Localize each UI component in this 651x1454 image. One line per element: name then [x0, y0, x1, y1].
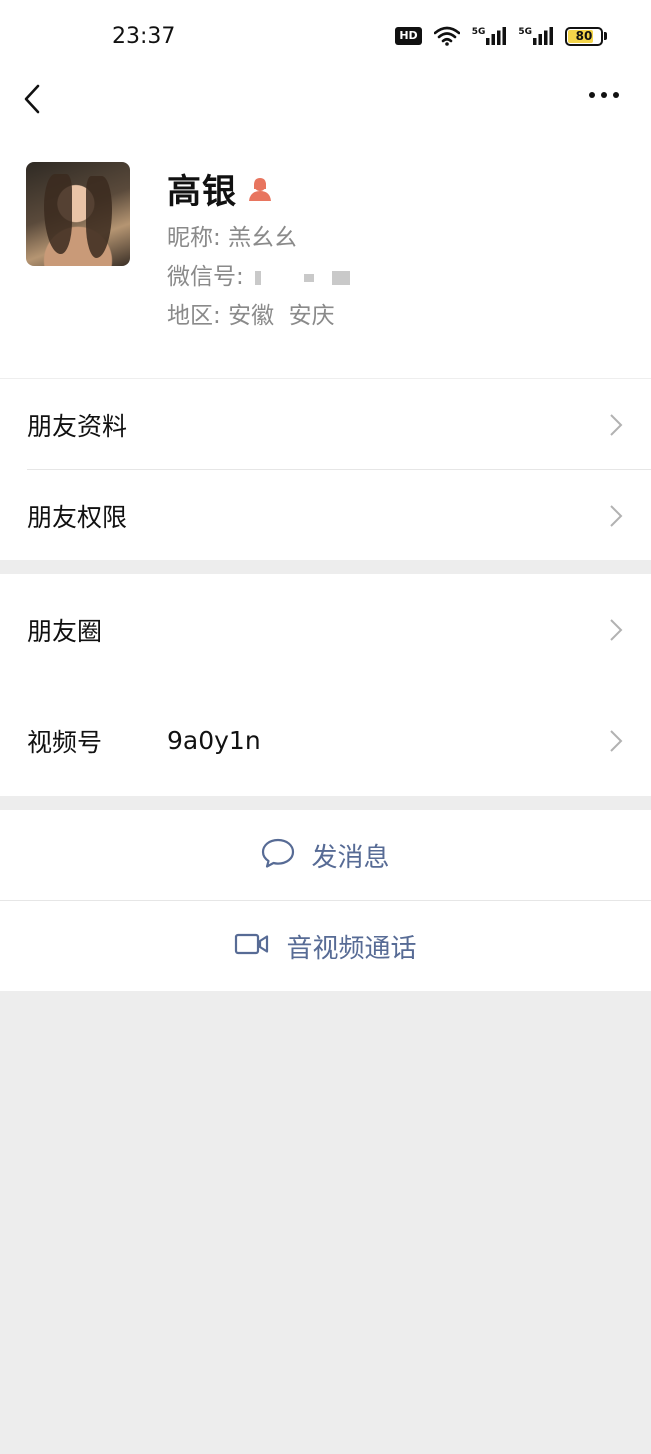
nickname-label: 昵称: — [167, 225, 221, 251]
redacted-mark — [304, 273, 315, 282]
moments-channels-group: 朋友圈 视频号 9a0y1n — [0, 574, 651, 796]
wechat-id-label: 微信号: — [167, 264, 244, 290]
name-row: 高银 — [167, 164, 273, 213]
avatar[interactable] — [26, 162, 130, 266]
video-camera-icon — [234, 932, 270, 960]
female-gender-icon — [247, 176, 273, 202]
battery-icon: 80 — [565, 26, 607, 46]
redacted-mark — [331, 270, 350, 285]
menu-item-moments[interactable]: 朋友圈 — [0, 574, 651, 685]
send-message-label: 发消息 — [311, 842, 390, 873]
chevron-right-icon — [609, 413, 623, 437]
signal-icon-sim1: 5G — [472, 27, 507, 45]
region-label: 地区: — [167, 303, 221, 329]
region-line: 地区: 安徽 安庆 — [167, 296, 335, 330]
chevron-right-icon — [609, 618, 623, 642]
wechat-id-line: 微信号: — [167, 257, 350, 291]
menu-item-channels[interactable]: 视频号 9a0y1n — [0, 685, 651, 796]
status-icons: HD 5G 5G 80 — [395, 26, 607, 46]
nav-bar — [0, 70, 651, 130]
profile-settings-group: 朋友资料 朋友权限 — [0, 378, 651, 560]
wifi-icon — [433, 26, 460, 46]
profile-header: 高银 昵称: 羔幺幺 微信号: 地区: 安徽 安庆 — [0, 130, 651, 378]
nickname-value: 羔幺幺 — [228, 225, 298, 251]
menu-item-label: 朋友圈 — [27, 616, 103, 646]
chevron-right-icon — [609, 729, 623, 753]
signal-icon-sim2: 5G — [518, 27, 553, 45]
nickname-line: 昵称: 羔幺幺 — [167, 218, 297, 252]
menu-item-label: 视频号 — [27, 727, 103, 757]
battery-level: 80 — [575, 29, 593, 43]
menu-item-label: 朋友资料 — [27, 411, 128, 441]
send-message-button[interactable]: 发消息 — [0, 810, 651, 900]
channels-id-value: 9a0y1n — [167, 726, 261, 755]
more-options-icon[interactable] — [589, 92, 621, 102]
contact-name: 高银 — [167, 172, 237, 212]
chat-bubble-icon — [261, 838, 295, 872]
voice-video-call-label: 音视频通话 — [286, 933, 417, 964]
region-value: 安徽 安庆 — [228, 303, 335, 329]
menu-item-label: 朋友权限 — [27, 502, 128, 532]
chevron-right-icon — [609, 504, 623, 528]
status-time: 23:37 — [112, 24, 176, 49]
contact-profile-screen: 23:37 HD 5G 5G 80 高银 昵称: 羔幺幺 微信号: 地区: 安徽… — [0, 0, 651, 1454]
hd-voice-icon: HD — [395, 27, 422, 45]
redacted-mark — [255, 270, 262, 285]
menu-item-friend-info[interactable]: 朋友资料 — [0, 379, 651, 470]
voice-video-call-button[interactable]: 音视频通话 — [0, 901, 651, 991]
back-icon[interactable] — [20, 82, 50, 116]
status-bar: 23:37 HD 5G 5G 80 — [0, 0, 651, 70]
menu-item-friend-permissions[interactable]: 朋友权限 — [0, 470, 651, 561]
